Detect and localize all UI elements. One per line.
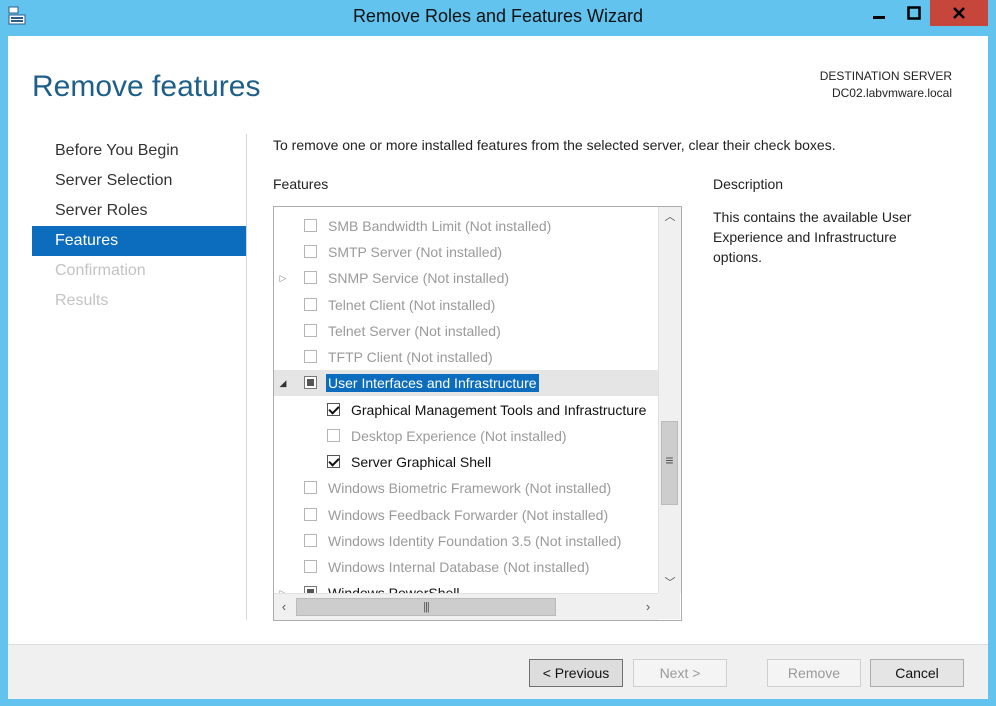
feature-row[interactable]: ▷ Windows PowerShell xyxy=(274,580,658,593)
nav-item-server-selection[interactable]: Server Selection xyxy=(32,166,246,196)
feature-checkbox[interactable] xyxy=(304,350,317,363)
feature-row[interactable]: Windows Feedback Forwarder (Not installe… xyxy=(274,502,658,528)
title-bar[interactable]: Remove Roles and Features Wizard xyxy=(0,0,996,36)
wizard-window: Remove Roles and Features Wizard Remove … xyxy=(0,0,996,706)
feature-row[interactable]: Telnet Server (Not installed) xyxy=(274,318,658,344)
feature-label: Windows Feedback Forwarder (Not installe… xyxy=(328,507,609,523)
feature-row[interactable]: ◢ User Interfaces and Infrastructure xyxy=(274,370,658,396)
feature-row[interactable]: SMB Bandwidth Limit (Not installed) xyxy=(274,213,658,239)
feature-checkbox[interactable] xyxy=(304,560,317,573)
feature-row[interactable]: Server Graphical Shell xyxy=(274,449,658,475)
destination-server: DESTINATION SERVER DC02.labvmware.local xyxy=(820,68,952,102)
features-heading: Features xyxy=(273,176,329,192)
close-icon xyxy=(953,7,965,19)
feature-row[interactable]: Desktop Experience (Not installed) xyxy=(274,423,658,449)
feature-row[interactable]: Telnet Client (Not installed) xyxy=(274,292,658,318)
wizard-client-area: Remove features DESTINATION SERVER DC02.… xyxy=(8,36,988,699)
remove-button: Remove xyxy=(767,659,861,687)
expand-icon[interactable]: ▷ xyxy=(276,265,290,291)
feature-checkbox[interactable] xyxy=(304,298,317,311)
close-button[interactable] xyxy=(930,0,988,26)
window-title: Remove Roles and Features Wizard xyxy=(352,6,644,26)
maximize-button[interactable] xyxy=(898,0,930,26)
feature-checkbox[interactable] xyxy=(327,403,340,416)
feature-checkbox[interactable] xyxy=(327,429,340,442)
nav-item-server-roles[interactable]: Server Roles xyxy=(32,196,246,226)
next-button: Next > xyxy=(633,659,727,687)
instruction-text: To remove one or more installed features… xyxy=(273,137,836,153)
feature-label: Telnet Client (Not installed) xyxy=(328,297,496,313)
horizontal-scroll-thumb[interactable] xyxy=(296,598,556,616)
feature-row[interactable]: Windows Biometric Framework (Not install… xyxy=(274,475,658,501)
feature-checkbox[interactable] xyxy=(304,376,317,389)
minimize-button[interactable] xyxy=(860,0,898,26)
feature-label: TFTP Client (Not installed) xyxy=(328,349,493,365)
feature-label: SMTP Server (Not installed) xyxy=(328,244,503,260)
feature-checkbox[interactable] xyxy=(304,534,317,547)
nav-divider xyxy=(246,134,247,620)
scroll-up-icon[interactable]: ︿ xyxy=(659,207,681,227)
expand-icon[interactable]: ▷ xyxy=(276,580,290,593)
feature-checkbox[interactable] xyxy=(304,508,317,521)
feature-label: Graphical Management Tools and Infrastru… xyxy=(351,402,647,418)
feature-label: SNMP Service (Not installed) xyxy=(328,270,510,286)
wizard-nav: Before You Begin Server Selection Server… xyxy=(32,136,246,316)
cancel-button[interactable]: Cancel xyxy=(870,659,964,687)
feature-label: Telnet Server (Not installed) xyxy=(328,323,501,339)
scroll-right-icon[interactable]: › xyxy=(638,594,658,620)
horizontal-scrollbar[interactable]: ‹ › xyxy=(274,593,658,620)
nav-item-results: Results xyxy=(55,292,109,309)
minimize-icon xyxy=(873,16,885,19)
feature-label: Windows Identity Foundation 3.5 (Not ins… xyxy=(328,533,622,549)
description-heading: Description xyxy=(713,176,784,192)
feature-row[interactable]: Graphical Management Tools and Infrastru… xyxy=(274,397,658,423)
feature-checkbox[interactable] xyxy=(304,586,317,593)
scroll-left-icon[interactable]: ‹ xyxy=(274,594,294,620)
feature-label: SMB Bandwidth Limit (Not installed) xyxy=(328,218,552,234)
feature-checkbox[interactable] xyxy=(327,455,340,468)
collapse-icon[interactable]: ◢ xyxy=(276,370,290,396)
page-title: Remove features xyxy=(32,70,261,103)
nav-item-confirmation: Confirmation xyxy=(55,262,146,279)
nav-item-before-you-begin[interactable]: Before You Begin xyxy=(32,136,246,166)
scrollbar-corner xyxy=(658,593,680,619)
destination-label: DESTINATION SERVER xyxy=(819,69,952,83)
feature-row[interactable]: ▷ SNMP Service (Not installed) xyxy=(274,265,658,291)
feature-label: Desktop Experience (Not installed) xyxy=(351,428,567,444)
feature-checkbox[interactable] xyxy=(304,219,317,232)
feature-label: Windows Biometric Framework (Not install… xyxy=(328,480,612,496)
description-text: This contains the available User Experie… xyxy=(713,209,912,265)
features-tree-rows: SMB Bandwidth Limit (Not installed) SMTP… xyxy=(274,207,658,593)
previous-button[interactable]: < Previous xyxy=(529,659,623,687)
feature-label: User Interfaces and Infrastructure xyxy=(326,374,539,392)
feature-checkbox[interactable] xyxy=(304,245,317,258)
wizard-footer: < Previous Next > Remove Cancel xyxy=(8,644,988,699)
feature-row[interactable]: Windows Identity Foundation 3.5 (Not ins… xyxy=(274,528,658,554)
feature-label: Server Graphical Shell xyxy=(351,454,492,470)
feature-label: Windows PowerShell xyxy=(328,585,460,593)
feature-checkbox[interactable] xyxy=(304,271,317,284)
feature-checkbox[interactable] xyxy=(304,481,317,494)
nav-item-features[interactable]: Features xyxy=(32,226,246,256)
feature-row[interactable]: Windows Internal Database (Not installed… xyxy=(274,554,658,580)
destination-server-name: DC02.labvmware.local xyxy=(831,86,952,100)
feature-row[interactable]: TFTP Client (Not installed) xyxy=(274,344,658,370)
feature-label: Windows Internal Database (Not installed… xyxy=(328,559,590,575)
scroll-down-icon[interactable]: ﹀ xyxy=(659,573,681,593)
feature-row[interactable]: SMTP Server (Not installed) xyxy=(274,239,658,265)
vertical-scroll-thumb[interactable] xyxy=(661,421,678,505)
maximize-icon xyxy=(907,6,921,20)
feature-checkbox[interactable] xyxy=(304,324,317,337)
vertical-scrollbar[interactable]: ︿ ﹀ xyxy=(658,207,681,593)
features-tree[interactable]: SMB Bandwidth Limit (Not installed) SMTP… xyxy=(273,206,682,621)
